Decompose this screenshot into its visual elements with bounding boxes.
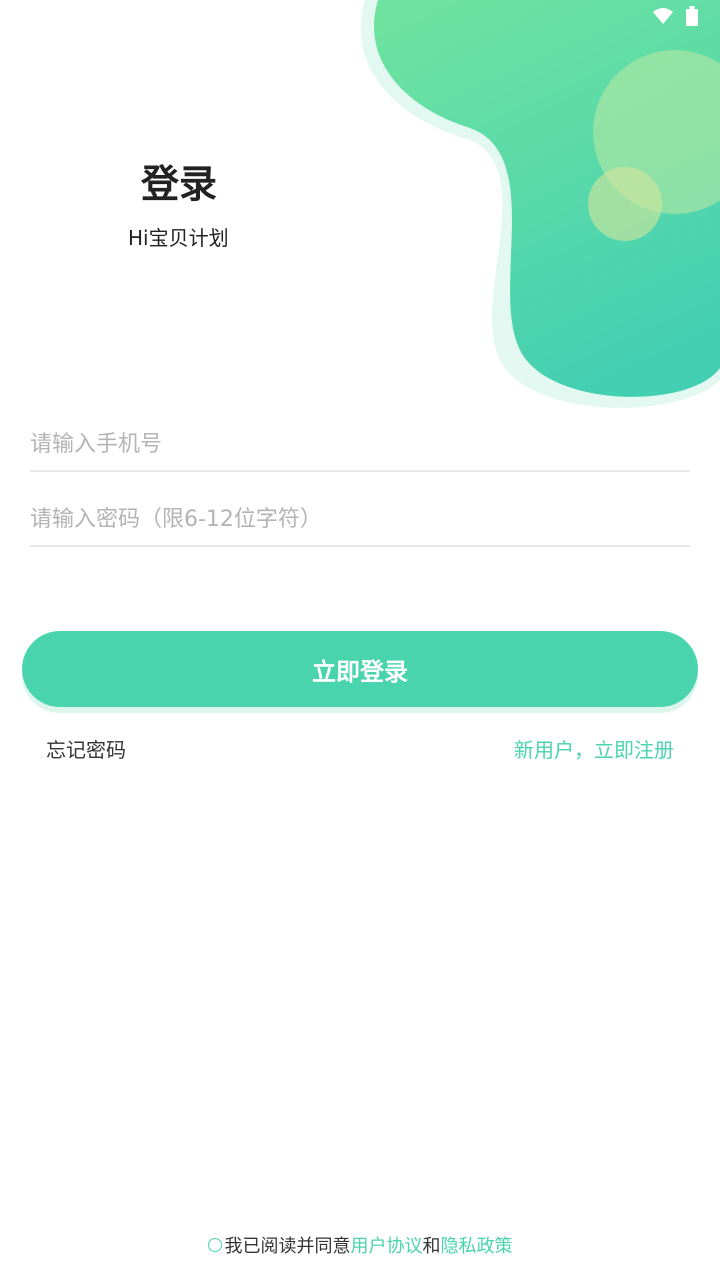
battery-icon <box>686 6 698 30</box>
user-agreement-link[interactable]: 用户协议 <box>351 1232 423 1258</box>
agreement-prefix: 我已阅读并同意 <box>224 1236 351 1257</box>
header-blob-decoration <box>360 0 720 408</box>
register-link[interactable]: 新用户，立即注册 <box>514 734 674 763</box>
login-button[interactable]: 立即登录 <box>22 631 698 707</box>
agreement-row: 我已阅读并同意 用户协议 和 隐私政策 <box>0 1232 720 1258</box>
privacy-policy-link[interactable]: 隐私政策 <box>441 1232 513 1258</box>
phone-input[interactable] <box>30 418 690 472</box>
agreement-checkbox[interactable] <box>207 1238 222 1252</box>
wifi-icon <box>652 7 674 29</box>
status-bar <box>652 6 698 30</box>
page-title: 登录 <box>141 162 218 206</box>
forgot-password-link[interactable]: 忘记密码 <box>46 734 126 763</box>
agreement-and: 和 <box>422 1236 441 1257</box>
page-subtitle: Hi宝贝计划 <box>128 226 229 250</box>
password-input[interactable] <box>30 493 690 547</box>
